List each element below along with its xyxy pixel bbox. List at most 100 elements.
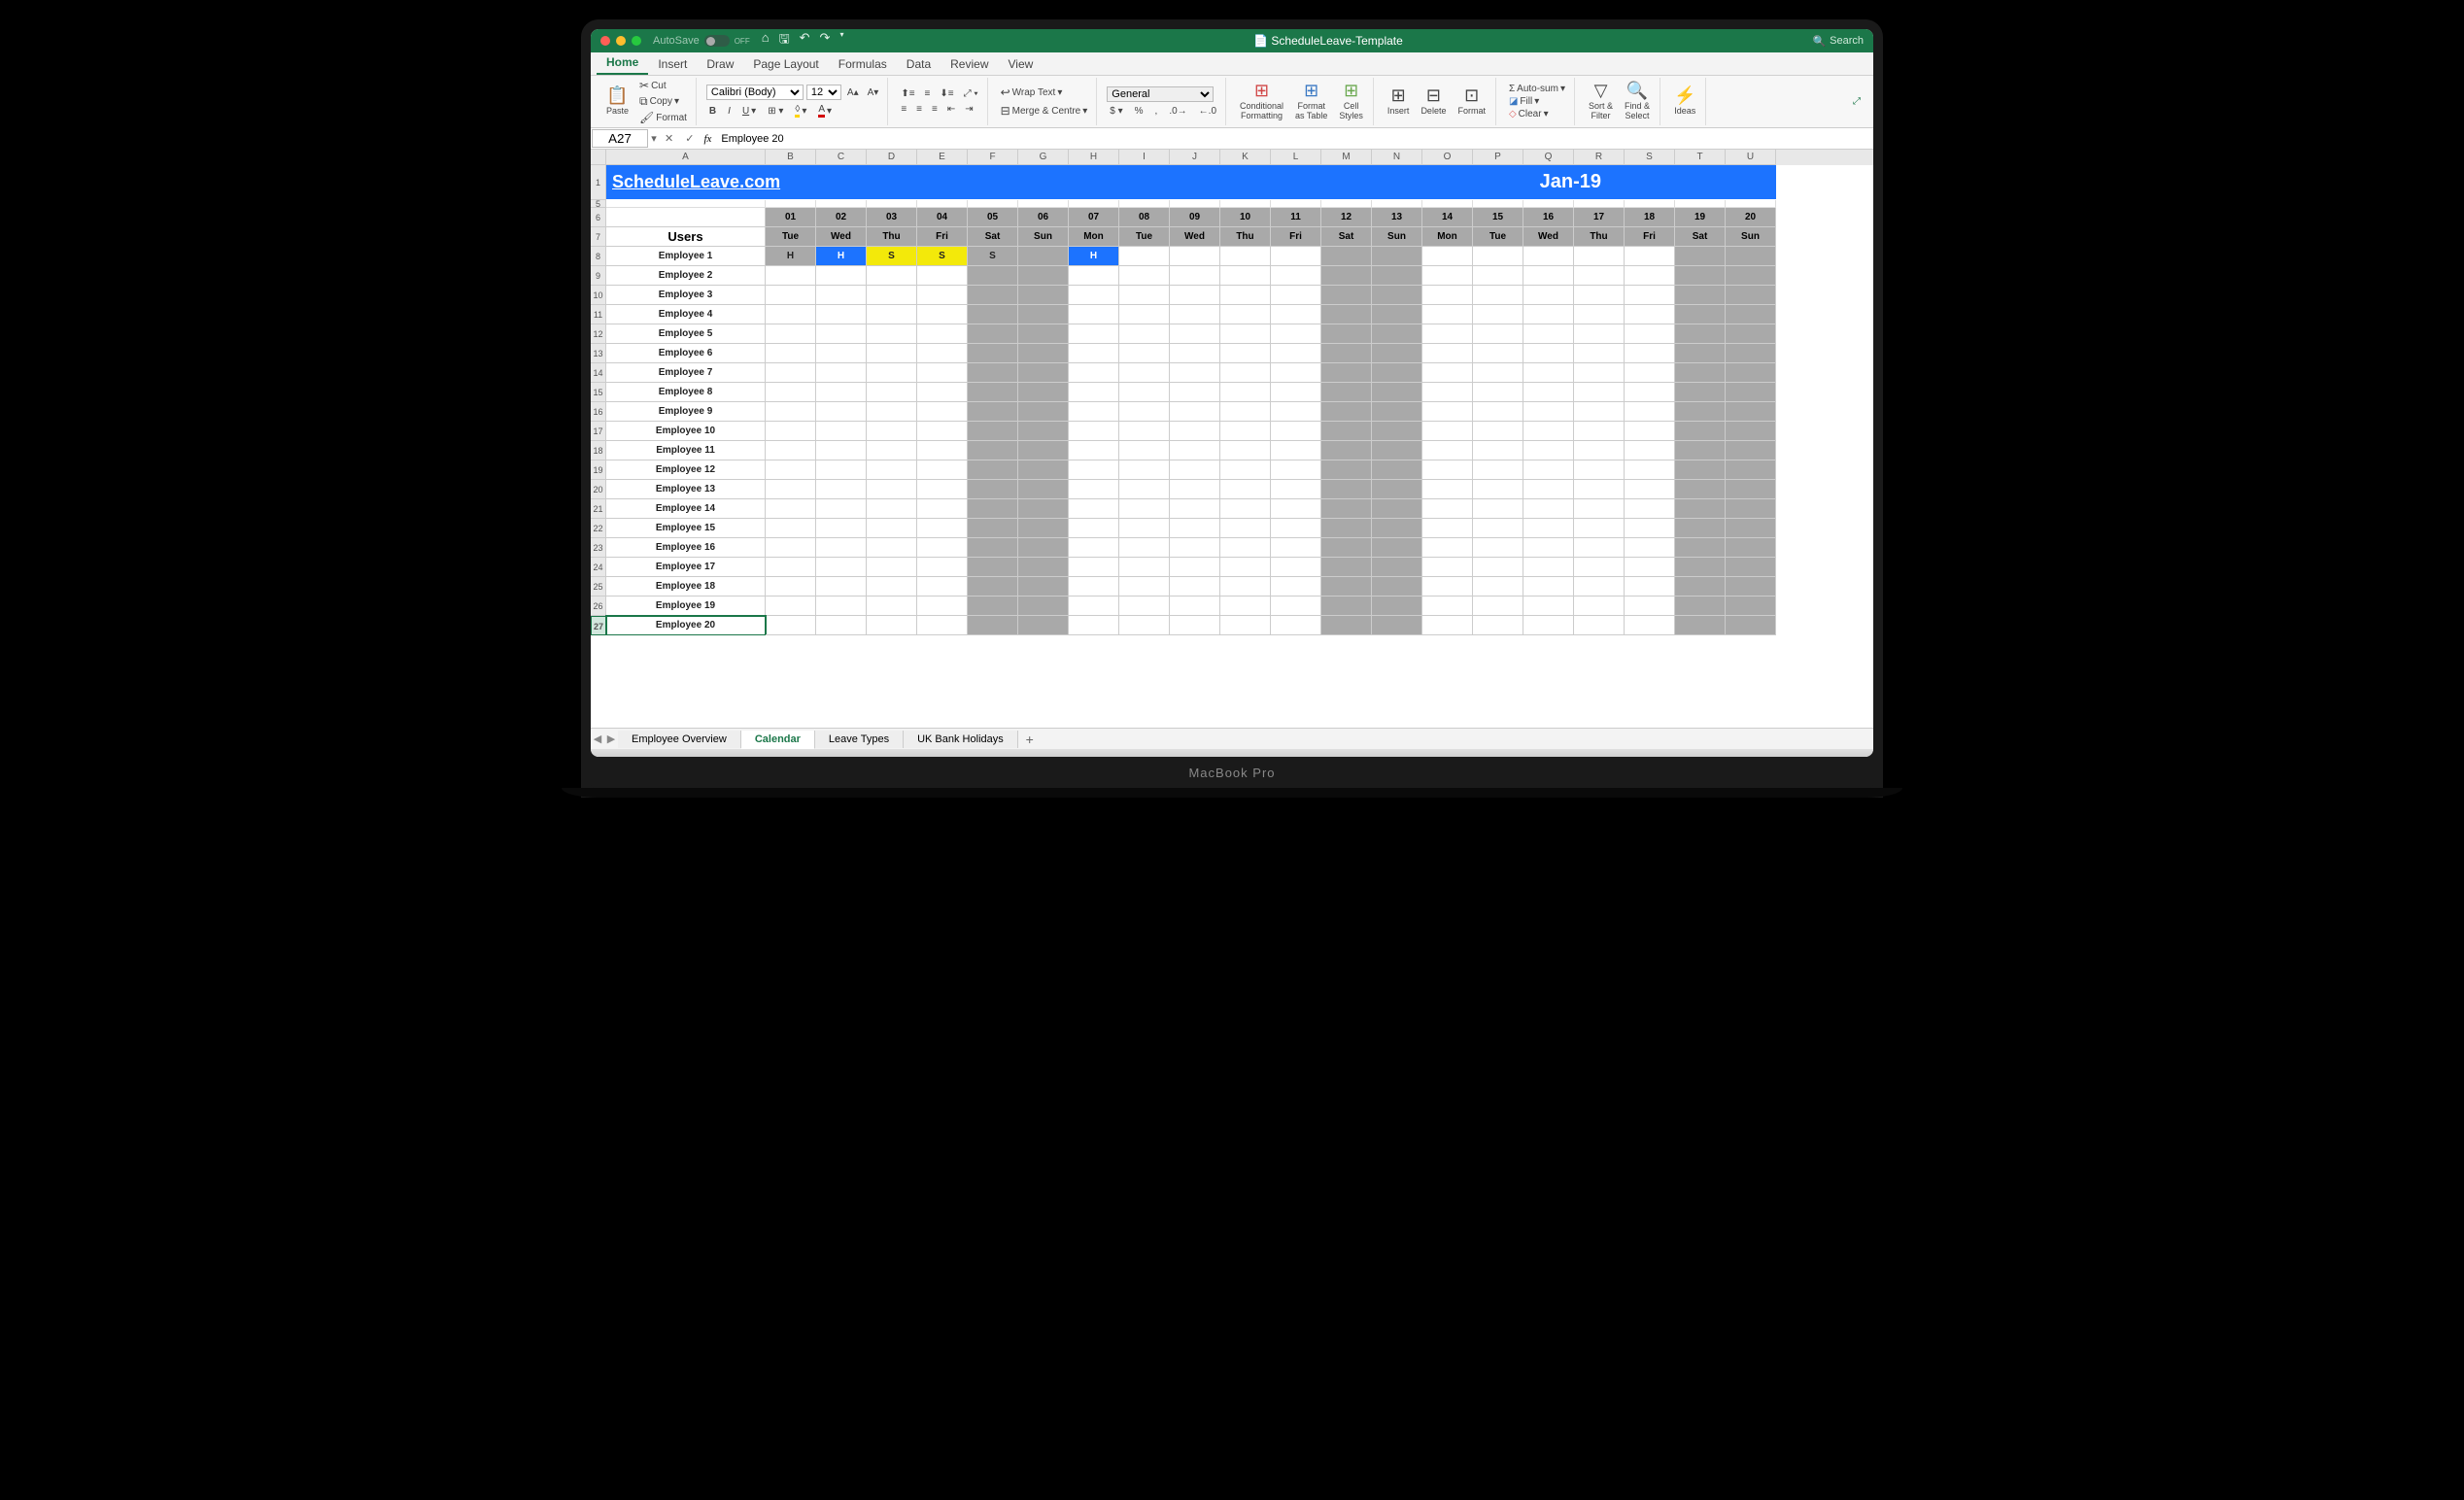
font-color-button[interactable]: A ▾ [815, 103, 835, 119]
calendar-cell[interactable] [1625, 441, 1675, 460]
calendar-cell[interactable] [1321, 519, 1372, 538]
calendar-cell[interactable] [1170, 383, 1220, 402]
align-top-button[interactable]: ⬆≡ [898, 87, 917, 100]
calendar-cell[interactable] [1675, 247, 1726, 266]
calendar-cell[interactable] [1018, 266, 1069, 286]
row-header[interactable]: 21 [591, 499, 606, 519]
calendar-cell[interactable] [1271, 266, 1321, 286]
row-header[interactable]: 5 [591, 200, 606, 208]
employee-name[interactable]: Employee 12 [606, 460, 766, 480]
calendar-cell[interactable] [1422, 344, 1473, 363]
calendar-cell[interactable] [1119, 266, 1170, 286]
calendar-cell[interactable] [1170, 499, 1220, 519]
calendar-cell[interactable] [1018, 616, 1069, 635]
calendar-cell[interactable] [1119, 422, 1170, 441]
calendar-cell[interactable] [1523, 324, 1574, 344]
calendar-cell[interactable] [1372, 441, 1422, 460]
calendar-cell[interactable] [1018, 441, 1069, 460]
align-right-button[interactable]: ≡ [929, 103, 941, 116]
column-header[interactable]: I [1119, 150, 1170, 165]
calendar-cell[interactable] [1170, 286, 1220, 305]
maximize-window-icon[interactable] [632, 36, 641, 46]
calendar-cell[interactable] [1170, 402, 1220, 422]
calendar-cell[interactable] [1523, 519, 1574, 538]
calendar-cell[interactable] [1675, 402, 1726, 422]
calendar-cell[interactable] [1523, 499, 1574, 519]
calendar-cell[interactable] [816, 538, 867, 558]
row-header[interactable]: 10 [591, 286, 606, 305]
calendar-cell[interactable] [1170, 558, 1220, 577]
row-header[interactable]: 20 [591, 480, 606, 499]
calendar-cell[interactable] [1675, 441, 1726, 460]
calendar-cell[interactable] [1372, 577, 1422, 597]
calendar-cell[interactable] [1574, 247, 1625, 266]
delete-cells-button[interactable]: ⊟Delete [1417, 85, 1450, 119]
calendar-cell[interactable] [1473, 324, 1523, 344]
employee-name[interactable]: Employee 19 [606, 597, 766, 616]
calendar-cell[interactable] [1119, 460, 1170, 480]
calendar-cell[interactable] [1018, 460, 1069, 480]
calendar-cell[interactable] [1726, 344, 1776, 363]
calendar-cell[interactable] [1625, 422, 1675, 441]
row-header[interactable]: 17 [591, 422, 606, 441]
format-cells-button[interactable]: ⊡Format [1454, 85, 1489, 119]
calendar-cell[interactable] [766, 305, 816, 324]
calendar-cell[interactable] [1726, 597, 1776, 616]
calendar-cell[interactable] [816, 422, 867, 441]
column-header[interactable]: R [1574, 150, 1625, 165]
calendar-cell[interactable] [1372, 305, 1422, 324]
select-all-corner[interactable] [591, 150, 606, 165]
calendar-cell[interactable] [1119, 286, 1170, 305]
calendar-cell[interactable] [917, 597, 968, 616]
calendar-cell[interactable] [1220, 266, 1271, 286]
calendar-cell[interactable] [1271, 422, 1321, 441]
number-format-select[interactable]: General [1107, 86, 1214, 102]
calendar-cell[interactable] [1069, 480, 1119, 499]
column-header[interactable]: G [1018, 150, 1069, 165]
calendar-cell[interactable] [766, 422, 816, 441]
calendar-cell[interactable] [917, 499, 968, 519]
calendar-cell[interactable] [867, 499, 917, 519]
calendar-cell[interactable]: S [867, 247, 917, 266]
employee-name[interactable]: Employee 7 [606, 363, 766, 383]
calendar-cell[interactable] [1170, 480, 1220, 499]
column-header[interactable]: S [1625, 150, 1675, 165]
align-bottom-button[interactable]: ⬇≡ [937, 87, 956, 100]
calendar-cell[interactable] [1726, 247, 1776, 266]
calendar-cell[interactable] [816, 266, 867, 286]
calendar-cell[interactable] [1574, 402, 1625, 422]
calendar-cell[interactable] [1321, 616, 1372, 635]
calendar-cell[interactable] [968, 577, 1018, 597]
calendar-cell[interactable] [1372, 480, 1422, 499]
calendar-cell[interactable] [1625, 247, 1675, 266]
calendar-cell[interactable] [1069, 441, 1119, 460]
calendar-cell[interactable] [766, 460, 816, 480]
calendar-cell[interactable] [867, 597, 917, 616]
calendar-cell[interactable] [968, 538, 1018, 558]
calendar-cell[interactable] [1473, 597, 1523, 616]
employee-name[interactable]: Employee 11 [606, 441, 766, 460]
calendar-cell[interactable] [1473, 616, 1523, 635]
calendar-cell[interactable] [1422, 480, 1473, 499]
calendar-cell[interactable] [968, 519, 1018, 538]
column-header[interactable]: T [1675, 150, 1726, 165]
calendar-cell[interactable] [1271, 286, 1321, 305]
calendar-cell[interactable] [1321, 344, 1372, 363]
calendar-cell[interactable] [1523, 402, 1574, 422]
calendar-cell[interactable] [1321, 363, 1372, 383]
calendar-cell[interactable] [1119, 324, 1170, 344]
calendar-cell[interactable] [1069, 305, 1119, 324]
calendar-cell[interactable] [816, 558, 867, 577]
cancel-formula-button[interactable]: ✕ [659, 132, 679, 145]
grid-empty-area[interactable] [591, 635, 1873, 728]
calendar-cell[interactable] [1523, 538, 1574, 558]
calendar-cell[interactable] [1726, 519, 1776, 538]
calendar-cell[interactable] [867, 324, 917, 344]
calendar-cell[interactable] [1675, 305, 1726, 324]
calendar-cell[interactable] [1018, 422, 1069, 441]
calendar-cell[interactable] [1625, 480, 1675, 499]
calendar-cell[interactable] [1574, 344, 1625, 363]
calendar-cell[interactable] [867, 519, 917, 538]
calendar-cell[interactable] [1422, 538, 1473, 558]
calendar-cell[interactable] [1675, 616, 1726, 635]
